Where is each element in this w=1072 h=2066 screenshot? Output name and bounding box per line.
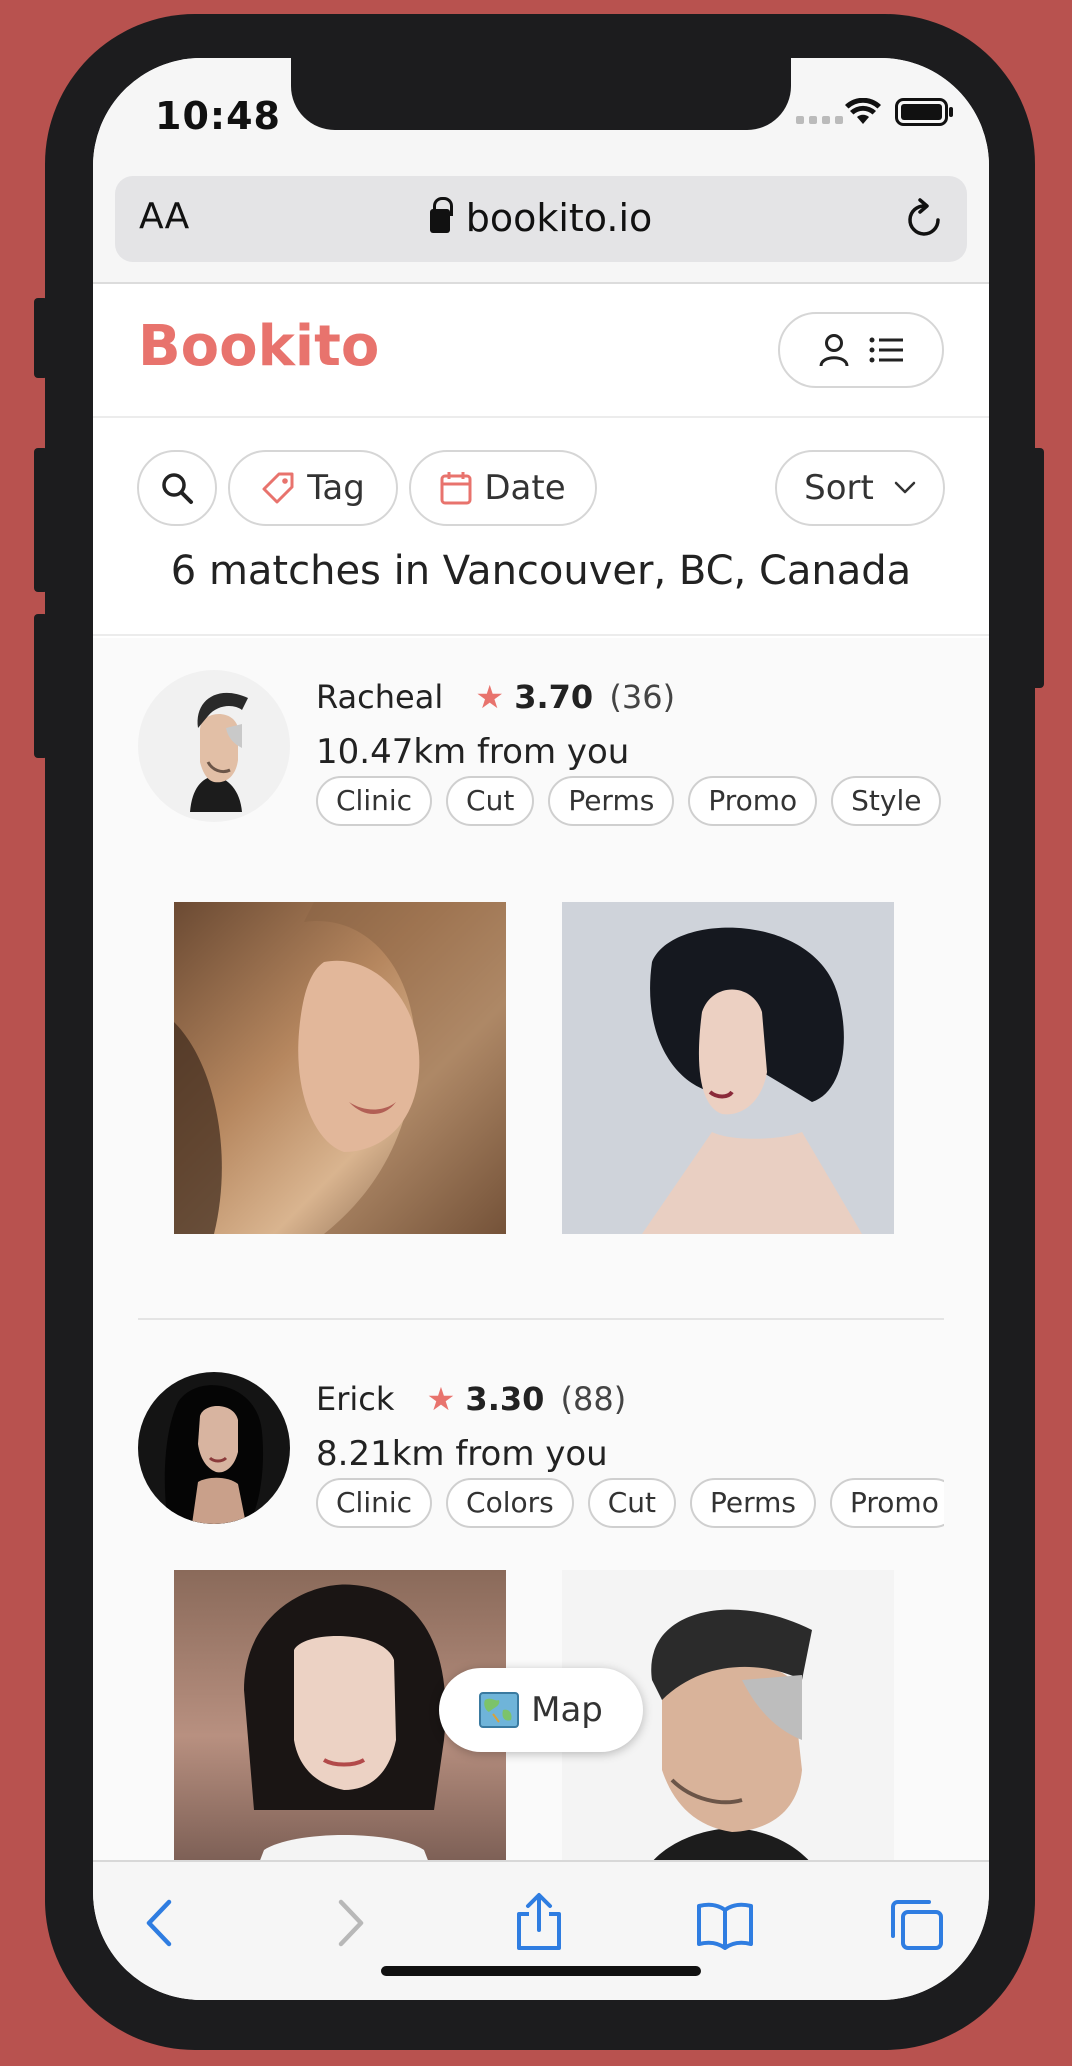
battery-icon [895,98,953,126]
sort-label: Sort [804,468,874,508]
user-icon [819,334,849,367]
logo[interactable]: Bookito [138,314,379,379]
tag-icon [262,472,294,504]
lock-icon [429,197,453,233]
sort-dropdown[interactable]: Sort [775,450,945,526]
phone-screen: 10:48 AA bookito.io Bookito Tag Date Sor… [93,58,989,2000]
tag-filter-button[interactable]: Tag [228,450,398,526]
reload-icon[interactable] [905,198,945,240]
review-count: (88) [560,1380,627,1418]
stylist-avatar[interactable] [138,670,290,822]
tag-chip[interactable]: Promo [688,776,818,826]
tag-chip[interactable]: Cut [587,1478,677,1528]
tag-chip[interactable]: Style [831,776,942,826]
browser-toolbar [93,1860,989,2000]
card-divider [138,1318,944,1320]
tag-chip[interactable]: Cut [446,776,535,826]
calendar-icon [440,472,472,505]
results-summary: 6 matches in Vancouver, BC, Canada [170,548,912,594]
back-icon[interactable] [141,1898,181,1948]
status-time: 10:48 [155,94,281,138]
account-menu-button[interactable] [778,312,944,388]
search-button[interactable] [137,450,217,526]
tag-chip[interactable]: Clinic [316,1478,433,1528]
filter-bar: Tag Date Sort 6 matches in Vancouver, BC… [93,418,989,636]
stylist-rating: 3.30 [465,1380,545,1418]
portfolio-photo[interactable] [562,902,894,1234]
star-icon: ★ [475,678,505,716]
star-icon: ★ [426,1380,456,1418]
stylist-distance: 8.21km from you [316,1434,608,1474]
tag-chip[interactable]: Clinic [316,776,433,826]
tag-chip[interactable]: Promo [830,1478,944,1528]
forward-icon[interactable] [329,1898,369,1948]
bookmarks-icon[interactable] [695,1900,755,1950]
stylist-name-row: Racheal ★ 3.70 (36) [316,678,675,716]
chevron-down-icon [894,481,916,494]
search-icon [162,473,193,504]
app-header: Bookito [93,284,989,418]
url-display[interactable]: bookito.io [115,196,967,240]
list-icon [869,337,903,363]
tag-list: Clinic Cut Perms Promo Style [316,776,944,830]
tag-chip[interactable]: Colors [446,1478,574,1528]
tabs-icon[interactable] [889,1898,945,1952]
home-indicator [381,1966,701,1976]
portfolio-photo[interactable] [174,902,506,1234]
stylist-name[interactable]: Racheal [316,678,443,716]
cellular-signal-icon [796,116,843,124]
date-filter-button[interactable]: Date [409,450,597,526]
stylist-name[interactable]: Erick [316,1380,394,1418]
address-bar[interactable]: AA bookito.io [115,176,967,262]
wifi-icon [845,98,881,124]
map-button-label: Map [531,1690,603,1730]
stylist-avatar[interactable] [138,1372,290,1524]
stylist-rating: 3.70 [514,678,594,716]
notch [291,58,791,130]
map-icon [479,1692,520,1728]
browser-address-area: AA bookito.io [93,174,989,284]
review-count: (36) [609,678,676,716]
map-button[interactable]: Map [439,1668,643,1752]
url-text: bookito.io [465,196,653,240]
stylist-distance: 10.47km from you [316,732,630,772]
share-icon[interactable] [513,1892,565,1952]
tag-chip[interactable]: Perms [690,1478,817,1528]
date-filter-label: Date [484,468,566,508]
tag-filter-label: Tag [307,468,365,508]
tag-chip[interactable]: Perms [548,776,675,826]
stylist-name-row: Erick ★ 3.30 (88) [316,1380,626,1418]
tag-list: Clinic Colors Cut Perms Promo [316,1478,944,1532]
